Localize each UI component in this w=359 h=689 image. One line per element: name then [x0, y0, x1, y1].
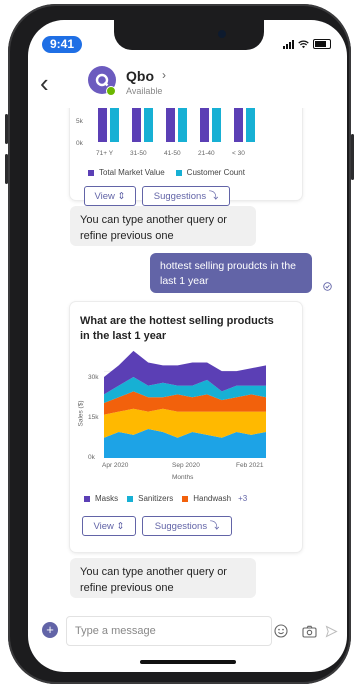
chart-title: What are the hottest selling products in…	[80, 315, 274, 342]
suggestions-button-label: Suggestions	[154, 521, 208, 532]
chart-card: What are the hottest selling products in…	[70, 302, 302, 552]
camera-button-icon[interactable]	[302, 625, 317, 638]
bot-status: Available	[126, 86, 163, 96]
message-text: You can type another query or refine pre…	[80, 214, 227, 242]
x-tick: < 30	[232, 150, 245, 157]
chart-legend: Masks Sanitizers Handwash +3	[84, 494, 247, 503]
signal-icon	[283, 39, 294, 49]
camera-icon	[218, 30, 226, 38]
bar-total-market-value	[166, 108, 175, 142]
bar-total-market-value	[200, 108, 209, 142]
volume-up-button	[5, 114, 8, 144]
message-placeholder: Type a message	[75, 625, 156, 637]
suggestions-button[interactable]: Suggestions ⤵	[142, 516, 232, 536]
x-tick: 41-50	[164, 150, 181, 157]
bot-logo-icon	[95, 73, 109, 87]
bar-customer-count	[110, 108, 119, 142]
legend-swatch	[175, 169, 182, 176]
bar-total-market-value	[132, 108, 141, 142]
chat-header: ‹ Qbo › Available	[28, 62, 347, 108]
x-tick: Sep 2020	[172, 462, 200, 469]
home-indicator	[140, 660, 236, 664]
status-time: 9:41	[42, 36, 82, 53]
read-receipt-icon	[323, 282, 332, 291]
y-tick: 15k	[88, 414, 99, 421]
chevron-right-icon[interactable]: ›	[162, 68, 166, 82]
legend-swatch	[88, 169, 94, 176]
screen: 9:41 ‹ Qbo › Available 5k 0k 71+ Y 31-50	[28, 20, 347, 672]
legend-swatch	[182, 495, 189, 502]
legend-label: Customer Count	[186, 168, 245, 177]
x-axis-label: Months	[172, 474, 194, 481]
y-tick: 5k	[76, 118, 83, 125]
add-icon[interactable]: +	[42, 622, 58, 638]
view-button[interactable]: View ⇕	[84, 186, 136, 206]
bar-total-market-value	[234, 108, 243, 142]
legend-label: Sanitizers	[138, 494, 174, 503]
back-icon[interactable]: ‹	[40, 70, 49, 96]
view-button[interactable]: View ⇕	[82, 516, 136, 536]
x-tick: Feb 2021	[236, 462, 264, 469]
wifi-icon	[298, 40, 309, 48]
emoji-icon[interactable]	[274, 624, 288, 638]
x-tick: 31-50	[130, 150, 147, 157]
view-button-label: View	[94, 191, 115, 202]
power-button	[351, 134, 354, 180]
bar-customer-count	[212, 108, 221, 142]
previous-chart-legend: Total Market Value Customer Count	[88, 168, 245, 177]
message-text: hottest selling proudcts in the last 1 y…	[160, 260, 296, 287]
bar-customer-count	[144, 108, 153, 142]
phone-frame: 9:41 ‹ Qbo › Available 5k 0k 71+ Y 31-50	[5, 4, 354, 684]
send-icon[interactable]	[325, 625, 338, 638]
x-tick: Apr 2020	[102, 462, 129, 469]
legend-label: Total Market Value	[99, 168, 165, 177]
stacked-area-chart	[104, 350, 266, 458]
bot-name[interactable]: Qbo	[126, 68, 154, 84]
previous-bar-chart	[98, 108, 255, 142]
bot-message-1: You can type another query or refine pre…	[70, 206, 256, 246]
status-icons	[283, 39, 331, 49]
legend-label: Handwash	[193, 494, 232, 503]
legend-swatch	[127, 495, 134, 502]
y-tick: 30k	[88, 374, 99, 381]
y-axis-label: Sales ($)	[77, 400, 85, 427]
volume-down-button	[5, 154, 8, 184]
user-message-1: hottest selling proudcts in the last 1 y…	[150, 253, 312, 293]
suggestions-button[interactable]: Suggestions ⤵	[142, 186, 230, 206]
bar-total-market-value	[98, 108, 107, 142]
view-button-label: View	[93, 521, 114, 532]
battery-icon	[313, 39, 331, 49]
suggestions-button-label: Suggestions	[153, 191, 207, 202]
compose-bar: + Type a message	[28, 614, 347, 648]
message-text: You can type another query or refine pre…	[80, 566, 227, 594]
y-tick: 0k	[76, 140, 83, 147]
legend-more[interactable]: +3	[238, 494, 247, 503]
legend-swatch	[84, 495, 90, 502]
x-tick: 21-40	[198, 150, 215, 157]
notch	[114, 20, 264, 50]
bar-customer-count	[178, 108, 187, 142]
presence-indicator	[106, 86, 116, 96]
legend-label: Masks	[95, 494, 119, 503]
bot-message-2: You can type another query or refine pre…	[70, 558, 256, 598]
x-tick: 71+ Y	[96, 150, 114, 157]
y-tick: 0k	[88, 454, 95, 461]
bar-customer-count	[246, 108, 255, 142]
message-input[interactable]: Type a message	[66, 616, 272, 646]
